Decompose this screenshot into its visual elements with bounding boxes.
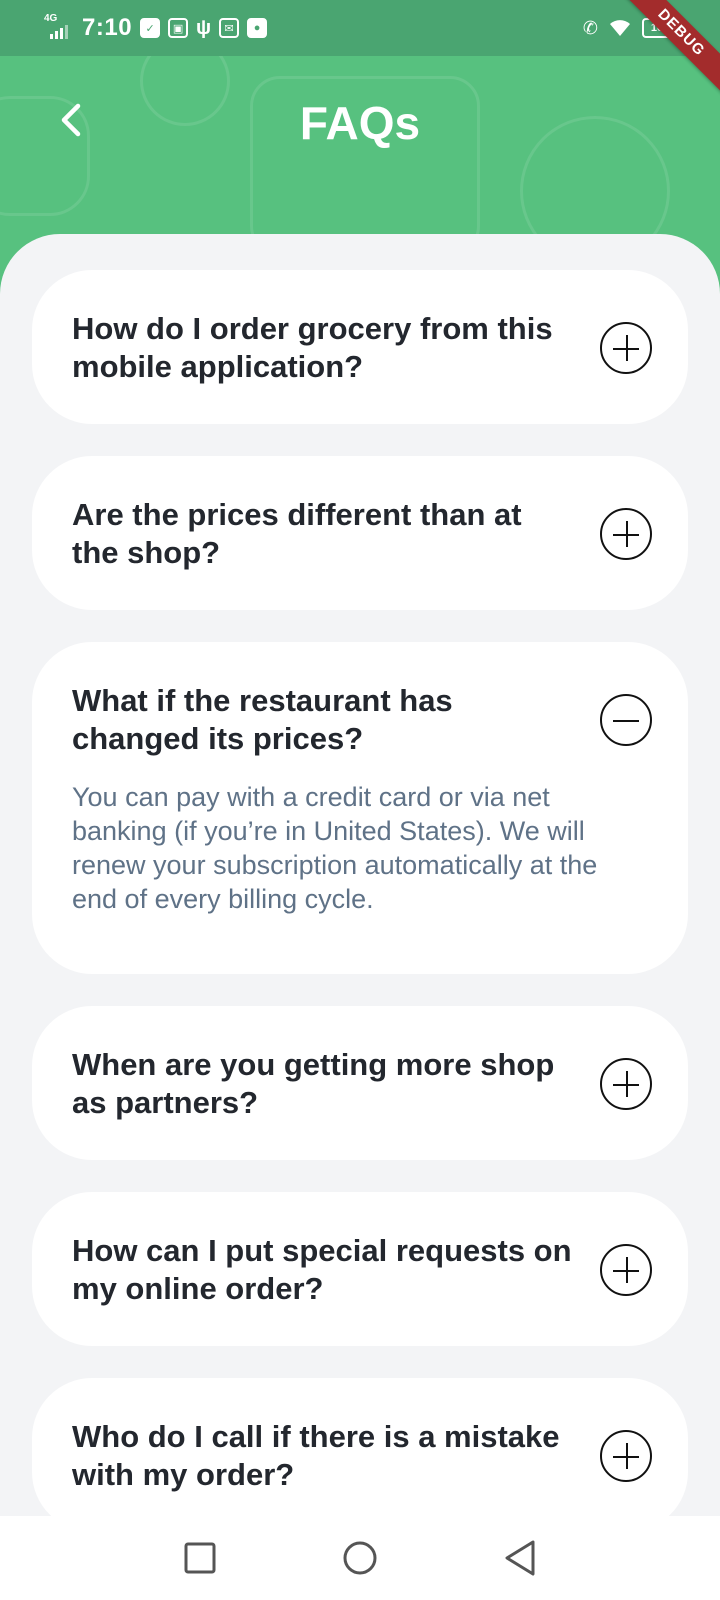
faq-question: How do I order grocery from this mobile … <box>72 311 553 384</box>
usb-icon: ψ <box>196 16 212 39</box>
faq-question: How can I put special requests on my onl… <box>72 1233 572 1306</box>
collapse-minus-icon[interactable] <box>600 694 652 746</box>
expand-plus-icon[interactable] <box>600 322 652 374</box>
expand-plus-icon[interactable] <box>600 508 652 560</box>
faq-list: How do I order grocery from this mobile … <box>32 270 688 1516</box>
faq-item[interactable]: Who do I call if there is a mistake with… <box>32 1378 688 1516</box>
faq-answer: You can pay with a credit card or via ne… <box>72 782 598 914</box>
signal-icon: 4G <box>44 13 74 43</box>
home-button[interactable] <box>330 1528 390 1588</box>
mail-icon: ✉ <box>219 18 240 38</box>
system-nav-bar <box>0 1516 720 1600</box>
wifi-call-icon: ✆ <box>582 17 598 38</box>
expand-plus-icon[interactable] <box>600 1244 652 1296</box>
notification-app-icon: ▣ <box>168 18 189 38</box>
screen: 4G 7:10 ✓ ▣ ψ ✉ ● ✆ 100 DEBUG <box>0 0 720 1600</box>
status-time: 7:10 <box>82 14 133 41</box>
square-icon <box>184 1542 216 1574</box>
faq-item[interactable]: Are the prices different than at the sho… <box>32 456 688 610</box>
back-nav-button[interactable] <box>490 1528 550 1588</box>
network-type: 4G <box>44 13 58 24</box>
faq-item[interactable]: How do I order grocery from this mobile … <box>32 270 688 424</box>
triangle-back-icon <box>505 1540 535 1576</box>
notification-check-icon: ✓ <box>140 18 161 38</box>
mic-icon: ● <box>247 18 268 38</box>
page-title: FAQs <box>299 97 421 149</box>
faq-question: Are the prices different than at the sho… <box>72 497 522 570</box>
faq-question: What if the restaurant has changed its p… <box>72 683 453 756</box>
wifi-icon <box>610 20 630 36</box>
faq-sheet: How do I order grocery from this mobile … <box>0 234 720 1516</box>
faq-question: Who do I call if there is a mistake with… <box>72 1419 560 1492</box>
status-bar: 4G 7:10 ✓ ▣ ψ ✉ ● ✆ 100 <box>0 0 720 56</box>
faq-item-expanded[interactable]: What if the restaurant has changed its p… <box>32 642 688 974</box>
expand-plus-icon[interactable] <box>600 1430 652 1482</box>
status-left: 4G 7:10 ✓ ▣ ψ ✉ ● <box>44 13 268 43</box>
faq-item[interactable]: When are you getting more shop as partne… <box>32 1006 688 1160</box>
recents-button[interactable] <box>170 1528 230 1588</box>
faq-item[interactable]: How can I put special requests on my onl… <box>32 1192 688 1346</box>
faq-question: When are you getting more shop as partne… <box>72 1047 555 1120</box>
expand-plus-icon[interactable] <box>600 1058 652 1110</box>
circle-icon <box>343 1541 377 1575</box>
